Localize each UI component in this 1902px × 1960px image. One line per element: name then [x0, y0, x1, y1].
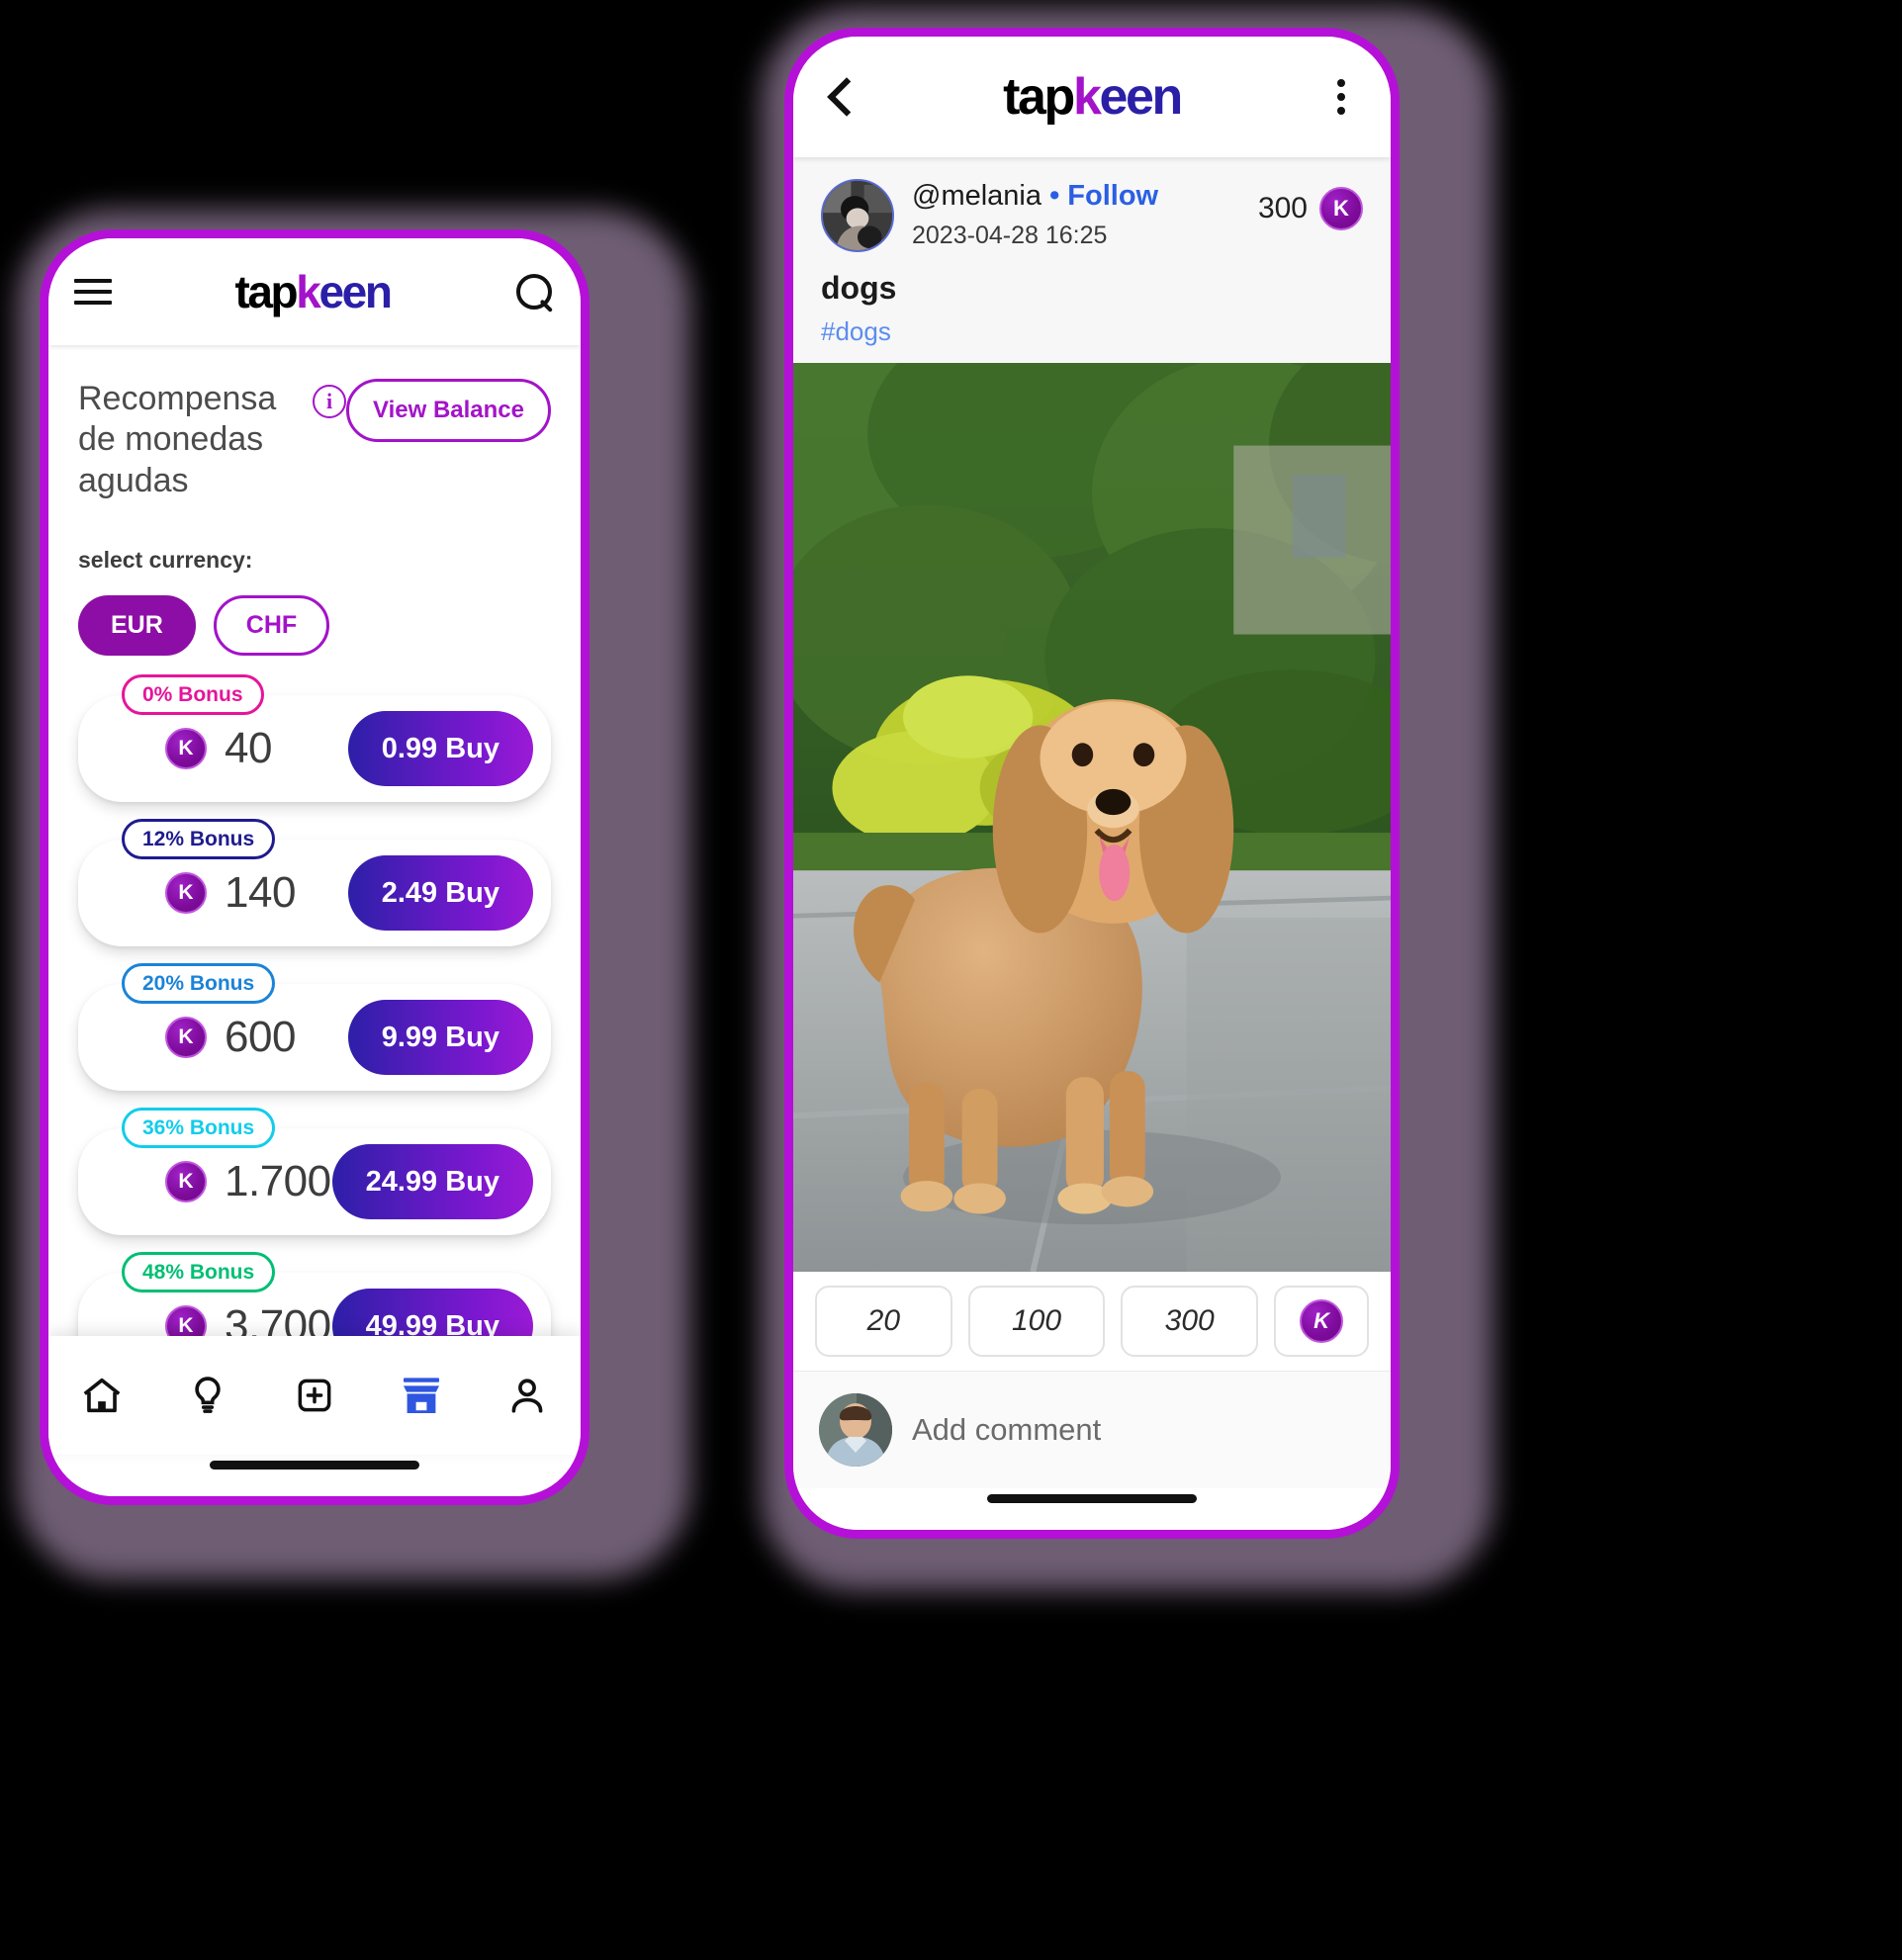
bonus-badge: 0% Bonus	[122, 674, 264, 716]
post-coin-value: 300	[1257, 192, 1308, 224]
page-title: Recompensa de monedas agudas	[78, 380, 277, 499]
post-coin-count: 300 K	[1258, 179, 1363, 230]
post-title: dogs	[821, 270, 897, 306]
post-user-line: @melania • Follow	[912, 179, 1240, 214]
follow-button[interactable]: Follow	[1067, 180, 1158, 212]
tip-amount-row: 20 100 300 K	[793, 1272, 1391, 1371]
coin-amount-group: K 3.700	[165, 1301, 331, 1336]
coin-amount: 40	[225, 724, 272, 773]
coin-package: 36% Bonus K 1.700 24.99 Buy	[78, 1108, 551, 1236]
coin-amount: 3.700	[225, 1301, 331, 1336]
logo-een-2: een	[1099, 68, 1183, 126]
post-photo[interactable]	[793, 363, 1391, 1272]
kebab-menu-icon[interactable]	[1321, 75, 1361, 119]
currency-option-chf[interactable]: CHF	[213, 595, 330, 657]
nav-plus-square-icon[interactable]	[280, 1364, 349, 1427]
logo-een: een	[318, 266, 392, 317]
bonus-badge: 36% Bonus	[122, 1108, 276, 1149]
coin-icon: K	[1300, 1299, 1344, 1343]
coin-amount-group: K 600	[165, 1013, 296, 1062]
coin-amount: 140	[225, 868, 296, 918]
coin-package: 48% Bonus K 3.700 49.99 Buy	[78, 1252, 551, 1336]
search-icon[interactable]	[513, 271, 555, 312]
coin-package: 12% Bonus K 140 2.49 Buy	[78, 819, 551, 947]
logo-tap: tap	[234, 266, 298, 317]
coin-amount: 600	[225, 1013, 296, 1062]
currency-selector: EUR CHF	[78, 595, 551, 657]
coin-icon: K	[1319, 187, 1363, 230]
right-appbar: tapkeen	[793, 37, 1391, 157]
info-icon[interactable]: i	[313, 385, 347, 418]
coin-icon: K	[165, 872, 207, 915]
coin-amount-group: K 40	[165, 724, 272, 773]
tip-amount-button[interactable]: 100	[967, 1286, 1106, 1357]
buy-button[interactable]: 9.99 Buy	[347, 1000, 533, 1076]
current-user-avatar[interactable]	[819, 1393, 892, 1467]
left-phone-coin-store: tapkeen Recompensa de monedas agudas i V…	[40, 229, 589, 1505]
nav-store-icon[interactable]	[387, 1364, 456, 1427]
chevron-left-icon[interactable]	[823, 75, 862, 119]
coin-amount: 1.700	[225, 1157, 331, 1206]
nav-person-icon[interactable]	[493, 1364, 562, 1427]
bonus-badge: 48% Bonus	[122, 1252, 276, 1293]
post-timestamp: 2023-04-28 16:25	[912, 221, 1108, 249]
nav-lightbulb-icon[interactable]	[173, 1364, 242, 1427]
coin-icon: K	[165, 1305, 207, 1336]
tip-amount-button[interactable]: 20	[815, 1286, 952, 1357]
logo-k: k	[296, 266, 321, 317]
home-indicator-left	[48, 1455, 581, 1496]
store-header: Recompensa de monedas agudas i View Bala…	[78, 379, 551, 501]
store-body: Recompensa de monedas agudas i View Bala…	[48, 345, 581, 1336]
buy-button[interactable]: 0.99 Buy	[347, 711, 533, 787]
post-separator: •	[1049, 180, 1060, 212]
logo-tap-2: tap	[1003, 68, 1075, 126]
coin-icon: K	[165, 728, 207, 770]
buy-button[interactable]: 49.99 Buy	[331, 1289, 533, 1336]
bonus-badge: 12% Bonus	[122, 819, 276, 860]
store-title-wrap: Recompensa de monedas agudas i	[78, 379, 347, 501]
home-indicator-right	[793, 1488, 1391, 1530]
post-hashtags[interactable]: #dogs	[821, 316, 1363, 347]
coin-package-list: 0% Bonus K 40 0.99 Buy 12% Bonus K 140 2.49 Buy…	[78, 674, 551, 1336]
left-appbar: tapkeen	[48, 238, 581, 345]
post-header: @melania • Follow 2023-04-28 16:25 300 K	[793, 157, 1391, 270]
coin-icon: K	[165, 1161, 207, 1203]
post-title-wrap: dogs #dogs	[793, 270, 1391, 363]
store-scroll-area[interactable]: Recompensa de monedas agudas i View Bala…	[48, 345, 581, 1336]
currency-option-eur[interactable]: EUR	[78, 595, 196, 657]
hamburger-menu-icon[interactable]	[74, 279, 112, 305]
coin-amount-group: K 1.700	[165, 1157, 331, 1206]
coin-icon: K	[165, 1017, 207, 1059]
post-meta: @melania • Follow 2023-04-28 16:25	[912, 179, 1240, 250]
select-currency-label: select currency:	[78, 547, 253, 574]
avatar[interactable]	[821, 179, 894, 252]
tip-coin-button[interactable]: K	[1274, 1286, 1370, 1357]
bonus-badge: 20% Bonus	[122, 963, 276, 1005]
tip-amount-button[interactable]: 300	[1121, 1286, 1259, 1357]
right-phone-post-detail: tapkeen @melania • Follow 2023-04-28 16:…	[784, 28, 1400, 1539]
coin-package: 0% Bonus K 40 0.99 Buy	[78, 674, 551, 803]
add-comment-row[interactable]: Add comment	[793, 1371, 1391, 1488]
post-username[interactable]: @melania	[912, 180, 1042, 212]
add-comment-placeholder[interactable]: Add comment	[912, 1412, 1101, 1448]
buy-button[interactable]: 2.49 Buy	[347, 855, 533, 932]
tapkeen-logo: tapkeen	[234, 266, 392, 317]
screenshot-stage: tapkeen Recompensa de monedas agudas i V…	[0, 0, 1902, 1960]
tapkeen-logo-2: tapkeen	[862, 71, 1321, 123]
bottom-navigation	[48, 1336, 581, 1455]
buy-button[interactable]: 24.99 Buy	[331, 1144, 533, 1220]
nav-home-icon[interactable]	[67, 1364, 136, 1427]
coin-package: 20% Bonus K 600 9.99 Buy	[78, 963, 551, 1092]
logo-k-2: k	[1072, 68, 1102, 126]
coin-amount-group: K 140	[165, 868, 296, 918]
view-balance-button[interactable]: View Balance	[346, 379, 551, 442]
